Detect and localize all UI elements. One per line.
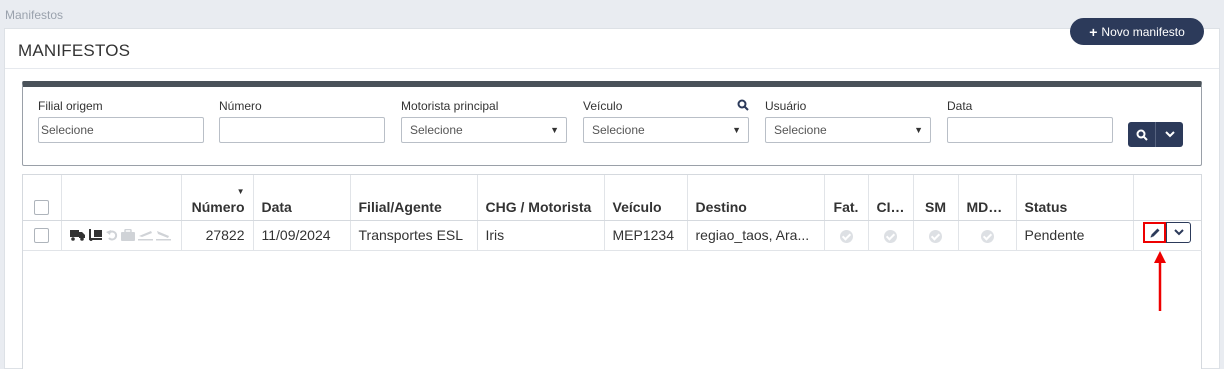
header-actions [1133,175,1202,221]
data-label: Data [947,99,973,113]
filter-filial-origem: Filial origem Selecione [38,99,204,143]
usuario-selected: Selecione [774,123,827,137]
row-actions-dropdown[interactable] [1166,222,1191,243]
check-circle-icon [884,229,897,243]
header-filial[interactable]: Filial/Agente [350,175,478,221]
filter-numero: Número [219,99,385,143]
search-button[interactable] [1128,122,1156,147]
breadcrumb[interactable]: Manifestos [5,8,63,22]
veiculo-label: Veículo [583,99,623,113]
truck-icon [69,230,85,241]
search-icon [1136,129,1148,141]
filter-data: Data [947,99,1113,143]
select-all-header [23,175,62,221]
select-all-checkbox[interactable] [34,199,50,215]
check-circle-icon [839,229,853,243]
edit-button[interactable] [1143,222,1166,243]
cell-motorista: Iris [477,220,605,251]
numero-input[interactable] [219,117,385,143]
cell-veiculo: MEP1234 [604,220,688,251]
header-ciot[interactable]: CIOT [868,175,914,221]
motorista-selected: Selecione [410,123,463,137]
motorista-select[interactable]: Selecione ▼ [401,117,567,143]
cell-data: 11/09/2024 [253,220,351,251]
search-options-button[interactable] [1156,122,1183,147]
header-status[interactable]: Status [1016,175,1134,221]
new-manifest-label: Novo manifesto [1101,24,1185,39]
cell-ciot [868,220,914,251]
row-icons-cell [61,220,182,251]
check-circle-icon [980,229,994,243]
caret-down-icon: ▼ [732,125,741,135]
cell-destino: regiao_taos, Ara... [687,220,825,251]
cell-fat [824,220,869,251]
cell-mdfe [958,220,1017,251]
cell-filial: Transportes ESL [350,220,478,251]
filter-usuario: Usuário Selecione ▼ [765,99,931,143]
row-icons [69,229,173,241]
new-manifest-button[interactable]: + Novo manifesto [1070,18,1204,45]
undo-icon [105,230,117,241]
pencil-icon [1150,228,1159,237]
chevron-down-icon [1173,229,1184,236]
motorista-label: Motorista principal [401,99,499,113]
header-numero[interactable]: ▼ Número [181,175,254,221]
header-motorista[interactable]: CHG / Motorista [477,175,605,221]
plane-departure-icon [137,231,153,241]
usuario-label: Usuário [765,99,807,113]
table-header-row: ▼ Número Data Filial/Agente CHG / Motoris… [23,175,1202,221]
filters-panel: Filial origem Selecione Número Motorista… [22,81,1202,166]
plus-icon: + [1089,23,1098,40]
search-button-group [1128,122,1183,147]
search-icon[interactable] [737,99,749,111]
chevron-down-icon [1164,131,1175,138]
caret-down-icon: ▼ [914,125,923,135]
page-title: MANIFESTOS [18,41,131,60]
header-fat[interactable]: Fat. [824,175,869,221]
veiculo-select[interactable]: Selecione ▼ [583,117,749,143]
header-numero-label: Número [191,198,245,215]
sort-down-icon: ▼ [236,187,245,196]
header-veiculo[interactable]: Veículo [604,175,688,221]
plane-arrival-icon [155,231,171,241]
filial-origem-input[interactable]: Selecione [38,117,204,143]
data-input[interactable] [947,117,1113,143]
veiculo-label-wrap: Veículo [583,99,749,113]
briefcase-icon [120,229,135,241]
header-data[interactable]: Data [253,175,351,221]
header-destino[interactable]: Destino [687,175,825,221]
row-checkbox[interactable] [34,228,50,244]
cell-numero: 27822 [181,220,254,251]
veiculo-selected: Selecione [592,123,645,137]
filter-motorista: Motorista principal Selecione ▼ [401,99,567,143]
header-sm[interactable]: SM [913,175,959,221]
manifest-table: ▼ Número Data Filial/Agente CHG / Motoris… [23,175,1202,251]
manifest-table-container: ▼ Número Data Filial/Agente CHG / Motoris… [22,174,1202,369]
header-mdfe[interactable]: MDF-e [958,175,1017,221]
header-icons [61,175,182,221]
numero-label: Número [219,99,262,113]
row-select-cell [23,220,62,251]
title-divider [5,68,1219,69]
check-circle-icon [929,229,942,243]
red-arrow-annotation [1154,251,1166,311]
usuario-select[interactable]: Selecione ▼ [765,117,931,143]
filial-origem-label: Filial origem [38,99,103,113]
cell-sm [913,220,959,251]
filial-origem-placeholder: Selecione [41,123,94,137]
cell-status: Pendente [1016,220,1134,251]
table-row[interactable]: 27822 11/09/2024 Transportes ESL Iris ME… [23,220,1202,251]
dolly-icon [88,229,102,241]
caret-down-icon: ▼ [550,125,559,135]
filter-veiculo: Veículo Selecione ▼ [583,99,749,143]
